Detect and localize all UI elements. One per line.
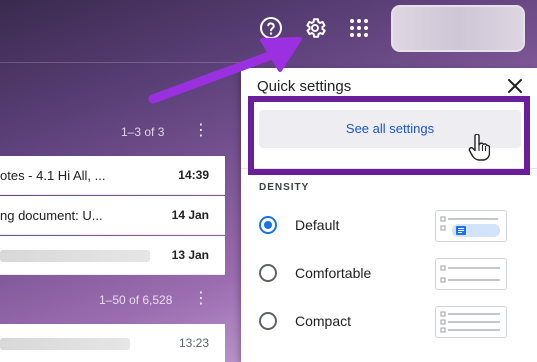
close-icon[interactable]: [505, 76, 525, 96]
density-label: Compact: [295, 313, 352, 329]
inbox-section-header: 1–3 of 3 ⋮: [0, 110, 225, 154]
mail-row[interactable]: 13 Jan: [0, 236, 225, 275]
redacted-subject: [0, 250, 150, 262]
top-divider: [0, 62, 240, 63]
density-label: Comfortable: [295, 265, 372, 281]
radio-button[interactable]: [259, 264, 277, 282]
density-heading: DENSITY: [259, 182, 310, 193]
density-preview-compact: [435, 306, 507, 338]
mail-date: 14:39: [178, 168, 209, 182]
top-bar: [0, 0, 537, 58]
account-chip[interactable]: [391, 5, 525, 52]
density-preview-default: [435, 210, 507, 242]
mail-date: 13:23: [178, 336, 209, 350]
density-option-default[interactable]: Default: [259, 210, 529, 242]
mail-date: 13 Jan: [171, 248, 209, 262]
mail-subject: ng document: U...: [0, 208, 103, 223]
mail-date: 14 Jan: [171, 208, 209, 222]
redacted-subject: [0, 338, 130, 350]
mail-subject: otes - 4.1 Hi All, ...: [0, 168, 106, 183]
hand-cursor-icon: [468, 134, 490, 161]
density-option-comfortable[interactable]: Comfortable: [259, 258, 529, 290]
section-count: 1–50 of 6,528: [99, 293, 173, 307]
density-label: Default: [295, 217, 340, 233]
mail-row[interactable]: ng document: U... 14 Jan: [0, 196, 225, 235]
more-vert-icon[interactable]: ⋮: [193, 291, 209, 307]
radio-button[interactable]: [259, 312, 277, 330]
help-icon[interactable]: [257, 14, 285, 42]
more-vert-icon[interactable]: ⋮: [193, 123, 209, 139]
density-preview-comfortable: [435, 258, 507, 290]
settings-gear-icon[interactable]: [301, 14, 329, 42]
quick-settings-panel: Quick settings See all settings DENSITY …: [241, 68, 537, 362]
divider: [241, 168, 537, 169]
density-option-compact[interactable]: Compact: [259, 306, 529, 338]
radio-button[interactable]: [259, 216, 277, 234]
apps-grid-icon[interactable]: [345, 14, 373, 42]
mail-row[interactable]: otes - 4.1 Hi All, ... 14:39: [0, 156, 225, 195]
quick-settings-title: Quick settings: [257, 78, 352, 95]
inbox-section-header: 1–50 of 6,528 ⋮: [0, 278, 225, 322]
section-count: 1–3 of 3: [121, 125, 165, 139]
mail-row[interactable]: 13:23: [0, 324, 225, 362]
